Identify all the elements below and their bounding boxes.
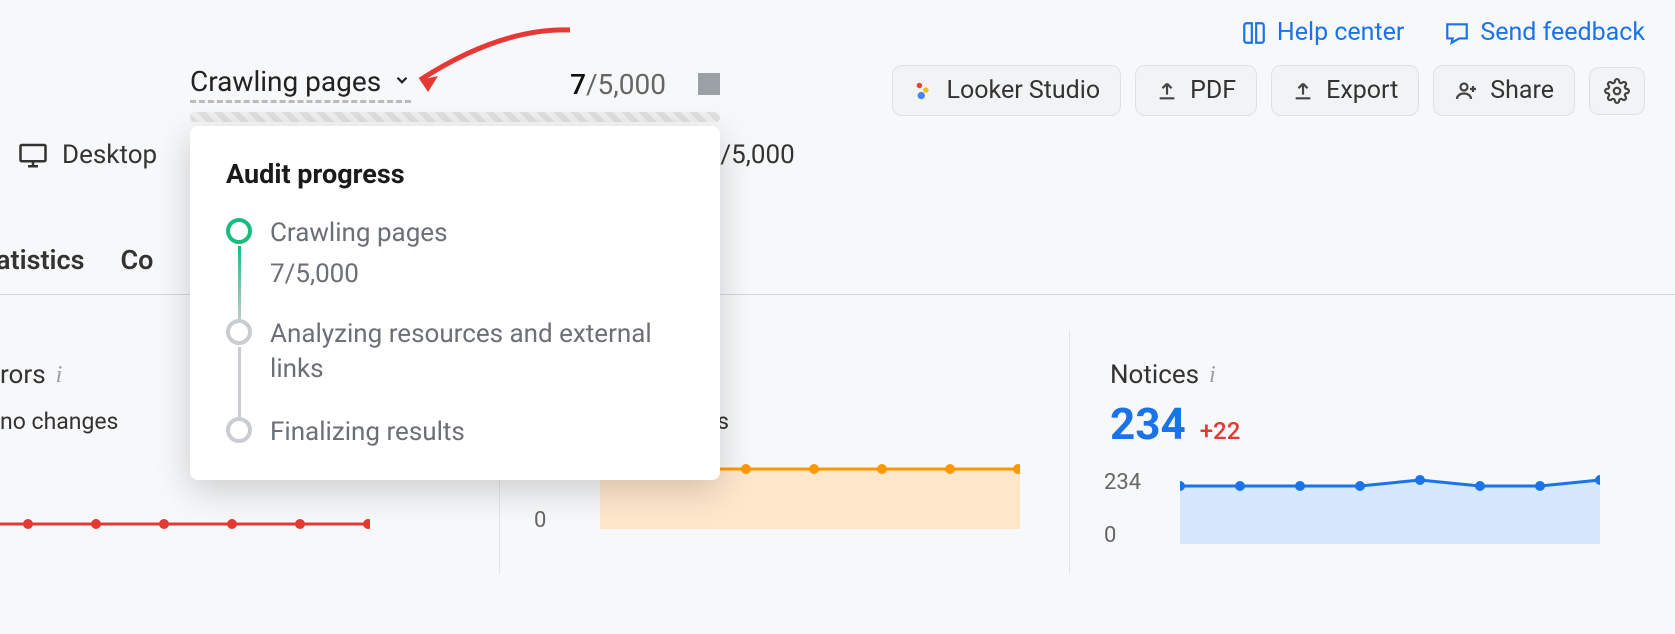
share-label: Share (1490, 76, 1554, 105)
crawl-status-dropdown[interactable]: Crawling pages (190, 65, 411, 103)
step-dot (226, 319, 252, 345)
popover-title: Audit progress (226, 158, 684, 190)
book-icon (1241, 20, 1267, 46)
send-feedback-label: Send feedback (1480, 18, 1645, 47)
crawl-status-label: Crawling pages (190, 65, 381, 98)
info-icon[interactable]: i (1209, 362, 1216, 389)
pdf-label: PDF (1190, 76, 1236, 105)
step-dot (226, 417, 252, 443)
settings-button[interactable] (1589, 67, 1645, 115)
y-axis-zero: 0 (1104, 523, 1116, 548)
step-3-label: Finalizing results (270, 415, 684, 450)
share-person-icon (1454, 79, 1478, 103)
step-2-label: Analyzing resources and external links (270, 317, 684, 387)
upload-icon (1156, 80, 1178, 102)
notices-value: 234 (1110, 398, 1186, 450)
help-center-label: Help center (1277, 18, 1404, 47)
notices-chart: 234 0 (1110, 464, 1635, 554)
upload-icon (1292, 80, 1314, 102)
chevron-down-icon (393, 70, 411, 94)
gear-icon (1604, 78, 1630, 104)
device-label: Desktop (62, 140, 157, 170)
looker-studio-button[interactable]: Looker Studio (892, 65, 1122, 116)
info-icon[interactable]: i (56, 362, 63, 389)
looker-icon (913, 80, 935, 102)
tab-statistics-partial[interactable]: atistics (0, 244, 85, 276)
step-1-sub: 7/5,000 (270, 259, 684, 289)
help-center-link[interactable]: Help center (1241, 18, 1404, 47)
notices-delta: +22 (1200, 417, 1241, 445)
y-axis-top: 234 (1104, 470, 1141, 495)
desktop-icon (18, 140, 48, 170)
crawl-progress-bar (190, 112, 720, 122)
stop-crawl-button[interactable] (698, 73, 720, 95)
step-line (238, 246, 241, 324)
step-1-label: Crawling pages (270, 216, 684, 251)
pdf-button[interactable]: PDF (1135, 65, 1257, 116)
send-feedback-link[interactable]: Send feedback (1444, 18, 1645, 47)
errors-title-partial: rors (0, 360, 46, 390)
chat-icon (1444, 20, 1470, 46)
export-button[interactable]: Export (1271, 65, 1419, 116)
y-axis-zero: 0 (534, 508, 546, 533)
crawl-count: 7/5,000 (570, 68, 666, 101)
tab-co-partial[interactable]: Co (121, 244, 154, 276)
share-button[interactable]: Share (1433, 65, 1575, 116)
step-dot-active (226, 218, 252, 244)
notices-title: Notices (1110, 360, 1199, 390)
looker-label: Looker Studio (947, 76, 1101, 105)
device-indicator: Desktop (18, 140, 157, 170)
export-label: Export (1326, 76, 1398, 105)
audit-progress-popover: Audit progress Crawling pages 7/5,000 An… (190, 126, 720, 480)
step-line (238, 347, 241, 425)
